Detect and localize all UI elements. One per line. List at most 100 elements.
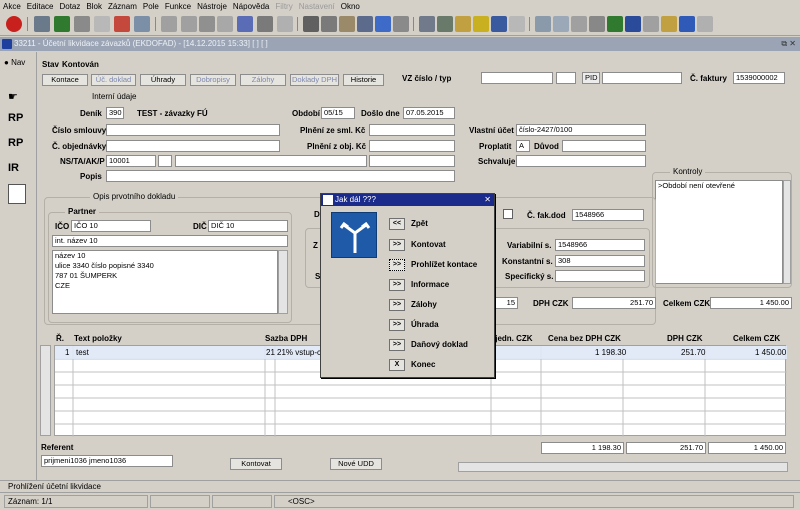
sum-icon[interactable] [589, 16, 605, 32]
tab-dobropisy[interactable]: Dobropisy [190, 74, 236, 86]
report-icon[interactable] [535, 16, 551, 32]
row1-text[interactable]: test [76, 348, 89, 358]
smlouva-input[interactable] [106, 124, 280, 136]
referent-input[interactable]: prijmeni1036 jmeno1036 [41, 455, 173, 467]
ir-icon[interactable]: IR [8, 162, 30, 182]
partner-name[interactable]: int. název 10 [52, 235, 288, 247]
tab-uhrady[interactable]: Úhrady [140, 74, 186, 86]
sun-icon[interactable] [473, 16, 489, 32]
nsta-input-ak[interactable] [175, 155, 367, 167]
tools-icon[interactable] [437, 16, 453, 32]
copy-icon[interactable] [94, 16, 110, 32]
obdobi-input[interactable]: 05/15 [321, 107, 355, 119]
objednavka-input[interactable] [106, 140, 280, 152]
prohlizet-button[interactable]: >> [389, 259, 405, 271]
kontroly-scrollbar[interactable] [783, 180, 791, 284]
dic-input[interactable]: DIČ 10 [208, 220, 288, 232]
mail-icon[interactable] [277, 16, 293, 32]
table-scrollbar[interactable] [40, 345, 51, 436]
kontovat-button[interactable]: Kontovat [230, 458, 282, 470]
info-icon[interactable] [393, 16, 409, 32]
menu-napoveda[interactable]: Nápověda [230, 0, 272, 12]
doslo-input[interactable]: 07.05.2015 [403, 107, 455, 119]
menu-nastroje[interactable]: Nástroje [194, 0, 230, 12]
copy-text-icon[interactable] [321, 16, 337, 32]
menu-okno[interactable]: Okno [338, 0, 363, 12]
row1-celkem[interactable]: 1 450.00 [755, 348, 786, 358]
menu-blok[interactable]: Blok [83, 0, 105, 12]
menu-akce[interactable]: Akce [0, 0, 24, 12]
nav-radio[interactable]: ● Nav [4, 58, 25, 68]
plneni-sml-input[interactable] [369, 124, 455, 136]
kontovat-option-button[interactable]: >> [389, 239, 405, 251]
exit-icon[interactable] [6, 16, 22, 32]
nsta-input-ta[interactable] [158, 155, 172, 167]
tab-uc-doklad[interactable]: Úč. doklad [91, 74, 136, 86]
address-scrollbar[interactable] [278, 250, 288, 314]
tab-historie[interactable]: Historie [343, 74, 384, 86]
row1-cena[interactable]: 1 198.30 [595, 348, 626, 358]
lock-icon[interactable] [661, 16, 677, 32]
excel-icon[interactable] [607, 16, 623, 32]
menu-editace[interactable]: Editace [24, 0, 57, 12]
help-icon[interactable] [375, 16, 391, 32]
question-icon[interactable] [679, 16, 695, 32]
sort-desc-icon[interactable] [181, 16, 197, 32]
danovy-doklad-button[interactable]: >> [389, 339, 405, 351]
dph-czk-input[interactable]: 251.70 [572, 297, 656, 309]
menu-funkce[interactable]: Funkce [162, 0, 194, 12]
tab-zalohy[interactable]: Zálohy [240, 74, 286, 86]
informace-button[interactable]: >> [389, 279, 405, 291]
tab-doklady-dph[interactable]: Doklady DPH [290, 74, 339, 86]
rp-icon-2[interactable]: RP [8, 137, 30, 157]
document-icon[interactable] [8, 184, 26, 204]
menu-pole[interactable]: Pole [140, 0, 162, 12]
filter-icon[interactable] [217, 16, 233, 32]
horizontal-scrollbar[interactable] [458, 462, 788, 472]
delete-icon[interactable] [114, 16, 130, 32]
vz-cislo-input[interactable] [481, 72, 553, 84]
vlastni-input[interactable]: číslo-2427/0100 [516, 124, 646, 136]
row1-dph[interactable]: 251.70 [681, 348, 705, 358]
hand-icon[interactable]: ☛ [8, 90, 30, 110]
konstantni-input[interactable]: 308 [555, 255, 645, 267]
schvaluje-input[interactable] [516, 155, 646, 167]
find-icon[interactable] [199, 16, 215, 32]
save-icon[interactable] [54, 16, 70, 32]
edit-icon[interactable] [509, 16, 525, 32]
specificky-input[interactable] [555, 270, 645, 282]
restore-close-icon[interactable]: ⧉ ✕ [781, 37, 796, 51]
row1-sazba-code[interactable]: 21 [266, 348, 275, 358]
warning-icon[interactable] [491, 16, 507, 32]
pid-input[interactable] [602, 72, 682, 84]
nsta-input-p[interactable] [369, 155, 455, 167]
row1-r[interactable]: 1 [65, 348, 69, 358]
celkem-czk-input[interactable]: 1 450.00 [710, 297, 792, 309]
sort-asc-icon[interactable] [161, 16, 177, 32]
zpet-button[interactable]: << [389, 218, 405, 230]
word-icon[interactable] [625, 16, 641, 32]
vz-typ-input[interactable] [556, 72, 576, 84]
cut-icon[interactable] [303, 16, 319, 32]
popis-input[interactable] [106, 170, 455, 182]
row1-sazba-text[interactable]: 21% vstup-c [277, 348, 321, 358]
uhrada-button[interactable]: >> [389, 319, 405, 331]
calendar-icon[interactable] [257, 16, 273, 32]
transfer-icon[interactable] [34, 16, 50, 32]
partner-address[interactable]: název 10 ulice 3340 číslo popisné 3340 7… [52, 250, 278, 314]
cfak-input[interactable]: 1548966 [572, 209, 644, 221]
tree-icon[interactable] [419, 16, 435, 32]
tab-kontace[interactable]: Kontace [42, 74, 88, 86]
menu-zaznam[interactable]: Záznam [105, 0, 140, 12]
plneni-obj-input[interactable] [369, 140, 455, 152]
variabilni-input[interactable]: 1548966 [555, 239, 645, 251]
hidden-checkbox[interactable] [503, 209, 513, 219]
proplatit-input[interactable]: A [516, 140, 530, 152]
export-icon[interactable] [643, 16, 659, 32]
table-icon[interactable] [553, 16, 569, 32]
konec-button[interactable]: X [389, 359, 405, 371]
grid-icon[interactable] [571, 16, 587, 32]
nsta-input-ns[interactable]: 10001 [106, 155, 156, 167]
star-icon[interactable] [455, 16, 471, 32]
denik-code[interactable]: 390 [106, 107, 124, 119]
